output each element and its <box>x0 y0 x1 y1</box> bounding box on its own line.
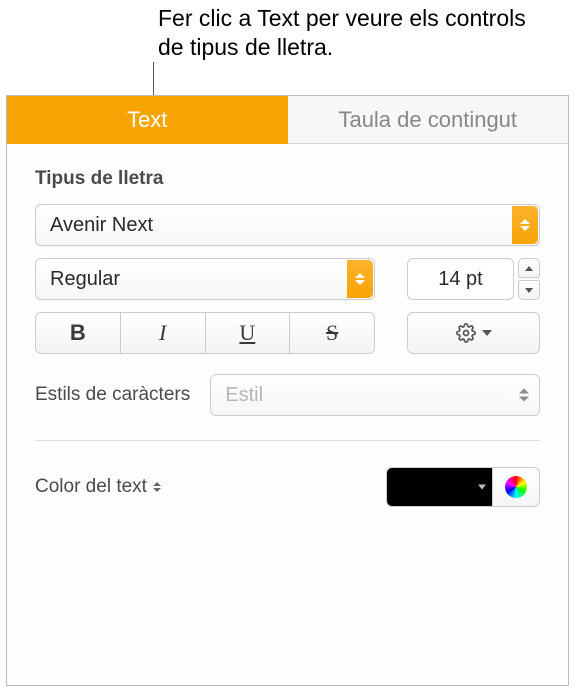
font-section-label: Tipus de lletra <box>35 168 540 190</box>
gear-icon <box>456 323 476 343</box>
font-size-decrease[interactable] <box>518 280 540 300</box>
strikethrough-button[interactable]: S <box>290 313 374 353</box>
text-color-label: Color del text <box>35 476 147 498</box>
popup-arrow-icon <box>347 260 373 298</box>
text-format-segmented: B I U S <box>35 312 375 354</box>
bold-button[interactable]: B <box>36 313 121 353</box>
tab-table-of-contents[interactable]: Taula de contingut <box>288 96 569 144</box>
font-size-field[interactable]: 14 pt <box>407 258 514 300</box>
text-color-controls <box>386 467 540 507</box>
chevron-down-icon <box>482 330 492 336</box>
font-size-stepper <box>518 258 540 300</box>
font-family-value: Avenir Next <box>50 214 153 237</box>
format-panel: Text Taula de contingut Tipus de lletra … <box>6 95 569 686</box>
font-size-increase[interactable] <box>518 258 540 278</box>
callout-text: Fer clic a Text per veure els controls d… <box>158 4 538 62</box>
popup-arrows-icon <box>153 482 161 492</box>
tab-text[interactable]: Text <box>7 96 288 144</box>
color-picker-button[interactable] <box>493 468 539 506</box>
color-wheel-icon <box>505 476 527 498</box>
text-color-popup-label[interactable]: Color del text <box>35 476 161 498</box>
font-style-value: Regular <box>50 268 120 291</box>
text-color-swatch[interactable] <box>387 468 493 506</box>
underline-button[interactable]: U <box>206 313 291 353</box>
font-style-popup[interactable]: Regular <box>35 258 375 300</box>
popup-arrow-icon <box>512 206 538 244</box>
popup-arrows-icon <box>519 389 529 402</box>
character-styles-popup[interactable]: Estil <box>210 374 540 416</box>
panel-tabs: Text Taula de contingut <box>7 96 568 144</box>
italic-button[interactable]: I <box>121 313 206 353</box>
advanced-options-popup[interactable] <box>407 312 540 354</box>
section-divider <box>35 440 540 441</box>
font-size-control: 14 pt <box>407 258 540 300</box>
panel-content: Tipus de lletra Avenir Next Regular 14 p… <box>7 144 568 531</box>
font-family-popup[interactable]: Avenir Next <box>35 204 540 246</box>
character-styles-value: Estil <box>225 384 263 407</box>
character-styles-label: Estils de caràcters <box>35 384 190 406</box>
